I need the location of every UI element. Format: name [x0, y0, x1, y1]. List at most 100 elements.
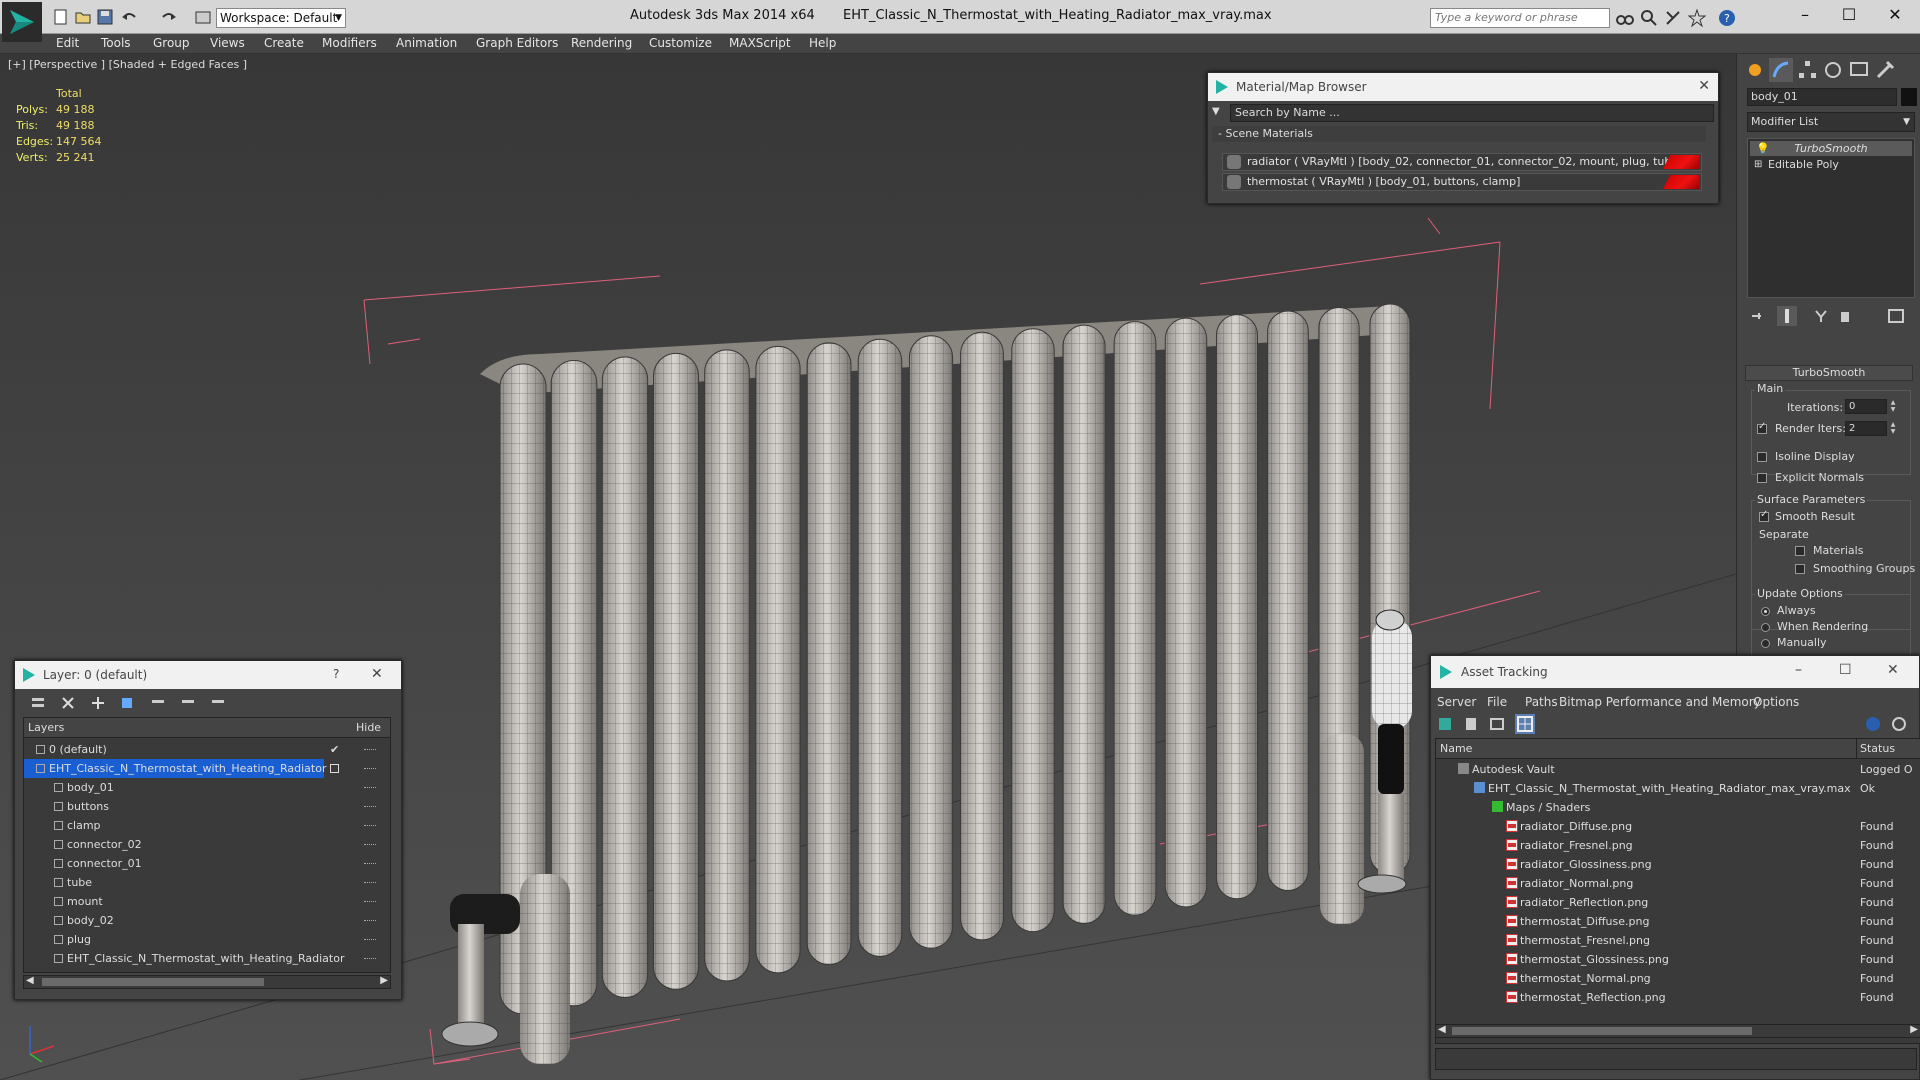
help-button[interactable]: ? [333, 667, 339, 681]
hide-toggle[interactable] [364, 939, 376, 940]
spinner-arrows-icon[interactable]: ▲ ▼ [1889, 399, 1897, 414]
close-icon[interactable]: ✕ [1887, 662, 1899, 678]
object-name-field[interactable]: body_01 [1747, 88, 1897, 106]
material-search-input[interactable]: Search by Name ... [1230, 104, 1714, 122]
smooth-result-checkbox[interactable] [1759, 509, 1769, 522]
menu-edit[interactable]: Edit [56, 36, 79, 50]
asset-row[interactable]: Maps / Shaders [1436, 798, 1920, 817]
layer-row[interactable]: connector_02 [24, 835, 390, 854]
search-input[interactable]: Type a keyword or phrase [1430, 8, 1610, 28]
layer-manager-icon[interactable] [29, 694, 47, 712]
refresh-icon[interactable] [1437, 716, 1453, 732]
subscription-icon[interactable] [1640, 9, 1658, 27]
hide-toggle[interactable] [364, 825, 376, 826]
list-view-icon[interactable] [1463, 716, 1479, 732]
new-file-icon[interactable] [52, 8, 70, 26]
layers-column-header[interactable]: Layers [28, 721, 64, 734]
asset-scrollbar[interactable]: ◀ ▶ [1435, 1024, 1920, 1038]
close-icon[interactable]: ✕ [371, 666, 383, 682]
separate-smoothing-groups-checkbox[interactable] [1795, 564, 1805, 574]
delete-layer-icon[interactable] [59, 694, 77, 712]
current-layer-check-icon[interactable]: ✔ [330, 740, 339, 759]
asset-menu-options[interactable]: Options [1753, 695, 1799, 709]
layer-row[interactable]: body_02 [24, 911, 390, 930]
menu-rendering[interactable]: Rendering [571, 36, 632, 50]
expand-plus-icon[interactable]: ⊞ [1754, 157, 1762, 172]
when-rendering-radio[interactable] [1761, 623, 1770, 632]
asset-row[interactable]: Autodesk Vault Logged O [1436, 760, 1920, 779]
highlight-layers-icon[interactable] [179, 694, 197, 712]
menu-group[interactable]: Group [153, 36, 190, 50]
asset-row[interactable]: thermostat_Reflection.png Found [1436, 988, 1920, 1007]
lightbulb-icon[interactable]: 💡 [1756, 141, 1770, 156]
asset-path-field[interactable] [1435, 1048, 1917, 1070]
render-iters-spinner[interactable]: 2 [1845, 421, 1887, 436]
communication-center-icon[interactable] [1664, 9, 1682, 27]
stack-item-turbosmooth[interactable]: 💡 TurboSmooth [1750, 141, 1912, 156]
hide-toggle[interactable] [364, 920, 376, 921]
layer-list[interactable]: Layers Hide 0 (default) ✔ EHT_Classic_N_Th… [23, 717, 391, 973]
asset-row[interactable]: radiator_Diffuse.png Found [1436, 817, 1920, 836]
scroll-right-icon[interactable]: ▶ [1910, 1024, 1918, 1035]
close-window-button[interactable]: ✕ [1880, 4, 1910, 28]
new-layer-icon[interactable] [89, 694, 107, 712]
layer-row[interactable]: clamp [24, 816, 390, 835]
layer-row[interactable]: 0 (default) ✔ [24, 740, 390, 759]
minimize-button[interactable]: – [1795, 662, 1802, 678]
create-tab-icon[interactable] [1743, 58, 1767, 82]
asset-row[interactable]: EHT_Classic_N_Thermostat_with_Heating_Ra… [1436, 779, 1920, 798]
layer-row[interactable]: tube [24, 873, 390, 892]
menu-tools[interactable]: Tools [101, 36, 131, 50]
asset-row[interactable]: thermostat_Fresnel.png Found [1436, 931, 1920, 950]
menu-animation[interactable]: Animation [396, 36, 457, 50]
hide-toggle[interactable] [364, 787, 376, 788]
layer-panel-titlebar[interactable]: Layer: 0 (default) ? ✕ [15, 661, 401, 689]
layer-row[interactable]: EHT_Classic_N_Thermostat_with_Heating_Ra… [24, 949, 390, 968]
hierarchy-tab-icon[interactable] [1795, 58, 1819, 82]
hide-toggle[interactable] [364, 882, 376, 883]
layer-row[interactable]: connector_01 [24, 854, 390, 873]
layer-row[interactable]: plug [24, 930, 390, 949]
redo-icon[interactable] [160, 8, 178, 26]
menu-maxscript[interactable]: MAXScript [729, 36, 791, 50]
layer-row[interactable]: buttons [24, 797, 390, 816]
open-file-icon[interactable] [74, 8, 92, 26]
motion-tab-icon[interactable] [1821, 58, 1845, 82]
menu-create[interactable]: Create [264, 36, 304, 50]
menu-graph-editors[interactable]: Graph Editors [476, 36, 558, 50]
help-icon[interactable] [1865, 716, 1881, 732]
menu-modifiers[interactable]: Modifiers [322, 36, 377, 50]
hide-toggle[interactable] [364, 768, 376, 769]
add-selection-icon[interactable] [119, 694, 137, 712]
iterations-spinner[interactable]: 0 [1845, 399, 1887, 414]
asset-menu-server[interactable]: Server [1437, 695, 1476, 709]
hide-unhide-icon[interactable] [209, 694, 227, 712]
hide-toggle[interactable] [364, 901, 376, 902]
hide-toggle[interactable] [364, 749, 376, 750]
favorites-star-icon[interactable] [1688, 9, 1706, 27]
display-tab-icon[interactable] [1847, 58, 1871, 82]
configure-sets-icon[interactable] [1887, 308, 1905, 324]
scroll-thumb[interactable] [42, 978, 264, 986]
asset-row[interactable]: radiator_Fresnel.png Found [1436, 836, 1920, 855]
scroll-thumb[interactable] [1452, 1027, 1752, 1035]
hide-toggle[interactable] [364, 863, 376, 864]
scroll-left-icon[interactable]: ◀ [26, 975, 34, 986]
utilities-tab-icon[interactable] [1873, 58, 1897, 82]
layer-scrollbar[interactable]: ◀ ▶ [23, 975, 391, 989]
material-browser-titlebar[interactable]: Material/Map Browser ✕ [1208, 73, 1718, 101]
scroll-right-icon[interactable]: ▶ [380, 975, 388, 986]
pin-stack-icon[interactable] [1749, 308, 1765, 324]
asset-row[interactable]: thermostat_Normal.png Found [1436, 969, 1920, 988]
modifier-list-dropdown[interactable]: Modifier List ▼ [1747, 112, 1915, 132]
minimize-button[interactable]: – [1790, 4, 1820, 28]
set-current-layer-icon[interactable] [330, 764, 339, 773]
explicit-normals-checkbox[interactable] [1757, 473, 1767, 483]
asset-row[interactable]: thermostat_Diffuse.png Found [1436, 912, 1920, 931]
options-triangle-icon[interactable]: ▼ [1212, 106, 1226, 117]
asset-menu-file[interactable]: File [1487, 695, 1507, 709]
menu-help[interactable]: Help [809, 36, 836, 50]
separate-materials-checkbox[interactable] [1795, 546, 1805, 556]
close-icon[interactable]: ✕ [1698, 78, 1710, 94]
make-unique-icon[interactable] [1813, 308, 1829, 324]
